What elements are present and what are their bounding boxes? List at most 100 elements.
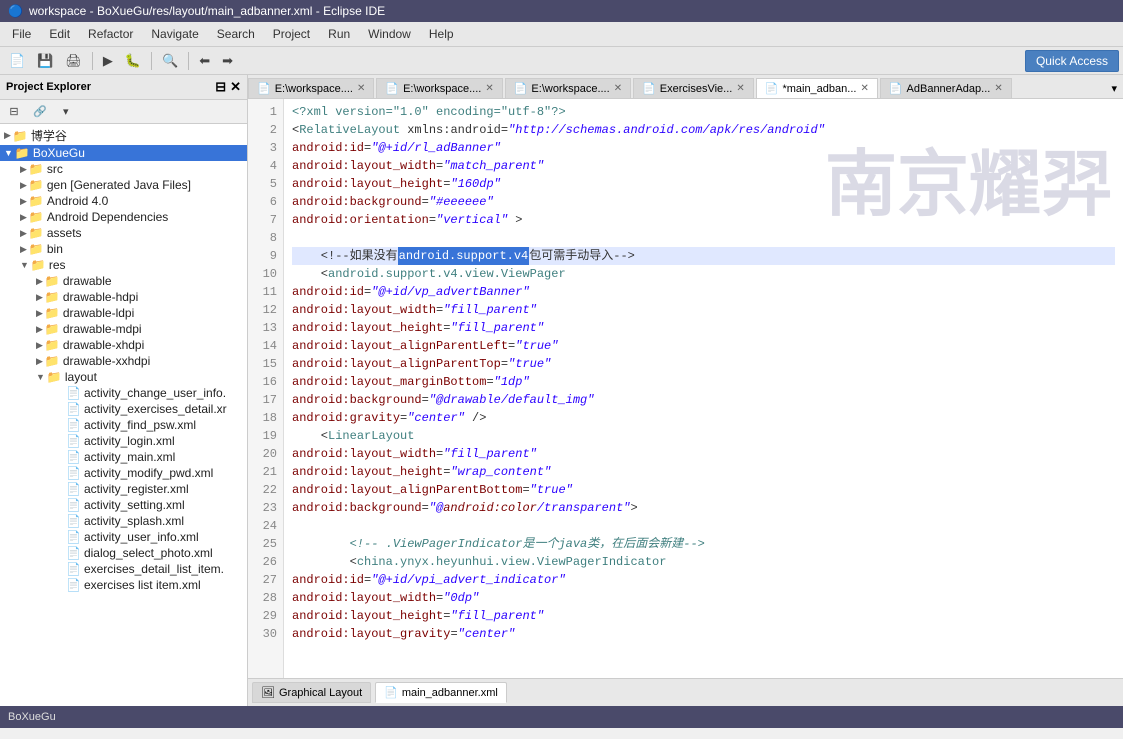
menu-file[interactable]: File (4, 24, 39, 44)
line-number: 22 (254, 481, 277, 499)
tree-item[interactable]: ▼📁layout (0, 369, 247, 385)
tab-5[interactable]: 📄 AdBannerAdap... ✕ (880, 78, 1012, 98)
code-line: <?xml version="1.0" encoding="utf-8"?> (292, 103, 1115, 121)
sidebar-menu-btn[interactable]: ▾ (56, 102, 76, 121)
collapse-icon[interactable]: ⊟ (215, 79, 226, 95)
tree-item[interactable]: ▶📁drawable-ldpi (0, 305, 247, 321)
tree-arrow[interactable]: ▶ (20, 180, 27, 191)
toolbar-debug[interactable]: 🐛 (120, 50, 146, 72)
tree-arrow[interactable]: ▼ (36, 372, 45, 382)
tree-arrow[interactable]: ▶ (20, 244, 27, 255)
tree-item[interactable]: 📄activity_register.xml (0, 481, 247, 497)
tab-2[interactable]: 📄 E:\workspace.... ✕ (505, 78, 631, 98)
tab-1[interactable]: 📄 E:\workspace.... ✕ (376, 78, 502, 98)
tree-item[interactable]: ▶📁gen [Generated Java Files] (0, 177, 247, 193)
quick-access-button[interactable]: Quick Access (1025, 50, 1119, 72)
tree-arrow[interactable]: ▶ (36, 276, 43, 287)
tree-arrow[interactable]: ▶ (36, 308, 43, 319)
code-line: android:gravity="center" /> (292, 409, 1115, 427)
bottom-tab-graphical[interactable]: 🖼 Graphical Layout (252, 682, 371, 703)
tree-item[interactable]: 📄exercises list item.xml (0, 577, 247, 593)
tab-close-2[interactable]: ✕ (614, 83, 622, 94)
tree-item[interactable]: ▼📁res (0, 257, 247, 273)
tab-close-5[interactable]: ✕ (994, 83, 1002, 94)
tab-close-0[interactable]: ✕ (357, 83, 365, 94)
tab-icon-5: 📄 (889, 82, 903, 95)
tab-close-4[interactable]: ✕ (860, 83, 868, 94)
tree-item[interactable]: ▶📁Android Dependencies (0, 209, 247, 225)
tree-item[interactable]: 📄activity_splash.xml (0, 513, 247, 529)
tree-file-icon: 📄 (66, 434, 81, 448)
tab-close-1[interactable]: ✕ (485, 83, 493, 94)
sidebar-header-icons: ⊟ ✕ (215, 79, 241, 95)
code-line (292, 517, 1115, 535)
menu-run[interactable]: Run (320, 24, 358, 44)
tree-item[interactable]: ▶📁drawable (0, 273, 247, 289)
tree-arrow[interactable]: ▶ (20, 228, 27, 239)
tree-arrow[interactable]: ▶ (36, 356, 43, 367)
toolbar-run[interactable]: ▶ (98, 50, 118, 72)
tab-0[interactable]: 📄 E:\workspace.... ✕ (248, 78, 374, 98)
toolbar-save[interactable]: 💾 (32, 50, 58, 72)
code-line: <android.support.v4.view.ViewPager (292, 265, 1115, 283)
tree-arrow[interactable]: ▼ (4, 148, 13, 158)
tree-item[interactable]: 📄activity_find_psw.xml (0, 417, 247, 433)
menu-help[interactable]: Help (421, 24, 462, 44)
menu-window[interactable]: Window (360, 24, 419, 44)
tree-item[interactable]: 📄activity_login.xml (0, 433, 247, 449)
tree-arrow[interactable]: ▶ (20, 164, 27, 175)
code-line: android:id="@+id/rl_adBanner" (292, 139, 1115, 157)
tree-item-label: gen [Generated Java Files] (47, 178, 191, 192)
toolbar-new[interactable]: 📄 (4, 50, 30, 72)
tree-file-icon: 📁 (47, 370, 62, 384)
bottom-tab-xml[interactable]: 📄 main_adbanner.xml (375, 682, 507, 703)
tree-arrow[interactable]: ▶ (4, 130, 11, 141)
tree-item[interactable]: 📄activity_change_user_info. (0, 385, 247, 401)
tree-item-label: activity_modify_pwd.xml (84, 466, 213, 480)
tab-overflow[interactable]: ▾ (1105, 79, 1123, 98)
tree-item[interactable]: 📄activity_modify_pwd.xml (0, 465, 247, 481)
tree-item[interactable]: 📄activity_main.xml (0, 449, 247, 465)
tab-3[interactable]: 📄 ExercisesVie... ✕ (633, 78, 754, 98)
tree-item[interactable]: ▼📁BoXueGu (0, 145, 247, 161)
tree-item-label: drawable-hdpi (63, 290, 138, 304)
tab-label-5: AdBannerAdap... (907, 83, 991, 95)
menu-navigate[interactable]: Navigate (143, 24, 206, 44)
tree-item[interactable]: 📄dialog_select_photo.xml (0, 545, 247, 561)
tree-item[interactable]: 📄activity_exercises_detail.xr (0, 401, 247, 417)
tree-item[interactable]: 📄activity_setting.xml (0, 497, 247, 513)
tree-item[interactable]: ▶📁drawable-xhdpi (0, 337, 247, 353)
menu-refactor[interactable]: Refactor (80, 24, 141, 44)
toolbar-forward[interactable]: ➡ (217, 50, 238, 72)
toolbar-print[interactable]: 🖨 (60, 50, 87, 72)
tree-item[interactable]: ▶📁博学谷 (0, 126, 247, 145)
tree-item[interactable]: ▶📁bin (0, 241, 247, 257)
tree-item[interactable]: 📄activity_user_info.xml (0, 529, 247, 545)
tree-item[interactable]: ▶📁drawable-hdpi (0, 289, 247, 305)
toolbar-back[interactable]: ⬅ (194, 50, 215, 72)
tree-item[interactable]: 📄exercises_detail_list_item. (0, 561, 247, 577)
tab-4[interactable]: 📄 *main_adban... ✕ (756, 78, 878, 99)
tab-close-3[interactable]: ✕ (736, 83, 744, 94)
tree-item[interactable]: ▶📁assets (0, 225, 247, 241)
code-content[interactable]: <?xml version="1.0" encoding="utf-8"?><R… (284, 99, 1123, 678)
menu-project[interactable]: Project (265, 24, 318, 44)
tree-arrow[interactable]: ▶ (36, 340, 43, 351)
tree-arrow[interactable]: ▶ (20, 212, 27, 223)
tree-arrow[interactable]: ▶ (36, 292, 43, 303)
tree-item[interactable]: ▶📁Android 4.0 (0, 193, 247, 209)
tree-item[interactable]: ▶📁drawable-mdpi (0, 321, 247, 337)
menu-edit[interactable]: Edit (41, 24, 78, 44)
toolbar-search[interactable]: 🔍 (157, 50, 183, 72)
tree-arrow[interactable]: ▼ (20, 260, 29, 270)
menu-search[interactable]: Search (209, 24, 263, 44)
tree-item[interactable]: ▶📁src (0, 161, 247, 177)
sidebar-collapse-btn[interactable]: ⊟ (4, 102, 24, 121)
sidebar-link-btn[interactable]: 🔗 (28, 102, 52, 121)
tree-arrow[interactable]: ▶ (36, 324, 43, 335)
tree-item[interactable]: ▶📁drawable-xxhdpi (0, 353, 247, 369)
close-sidebar-icon[interactable]: ✕ (230, 79, 241, 95)
code-line: android:layout_height="fill_parent" (292, 607, 1115, 625)
line-number: 10 (254, 265, 277, 283)
tree-arrow[interactable]: ▶ (20, 196, 27, 207)
